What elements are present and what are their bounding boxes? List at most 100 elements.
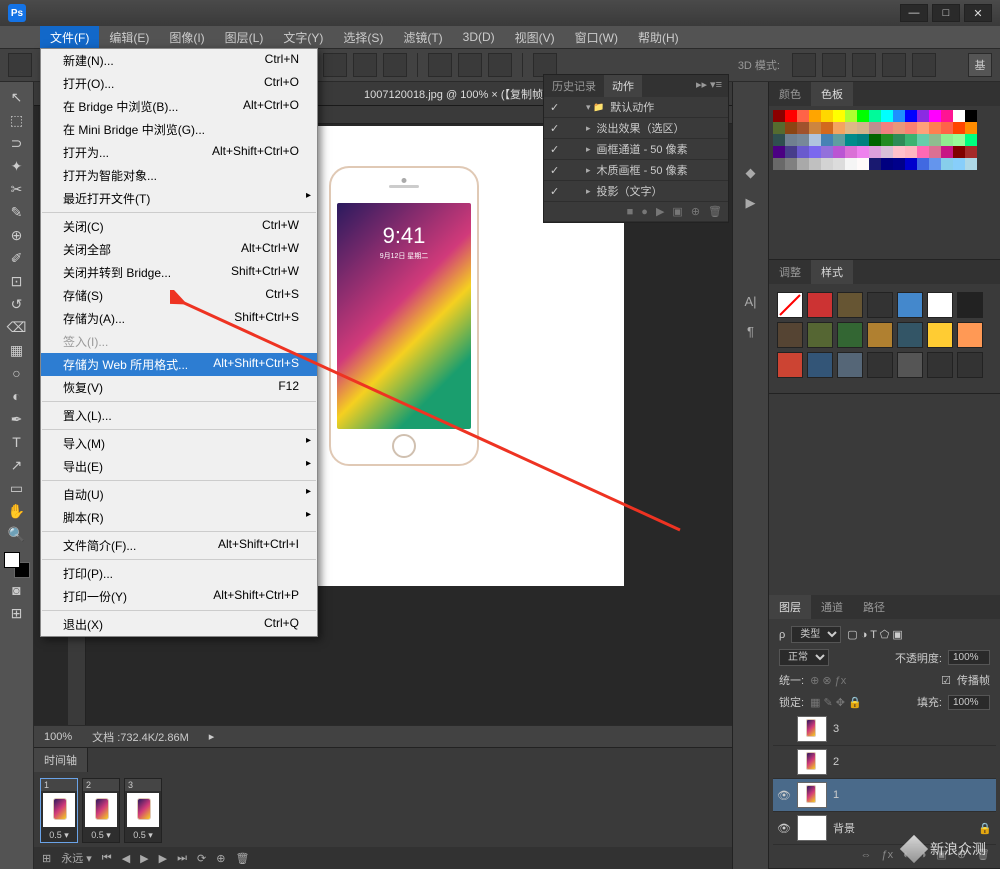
- crop-tool[interactable]: ✂: [4, 178, 30, 200]
- swatch[interactable]: [905, 158, 917, 170]
- swatch[interactable]: [893, 134, 905, 146]
- blend-mode-select[interactable]: 正常: [779, 649, 829, 666]
- paths-tab[interactable]: 路径: [853, 595, 895, 619]
- swatch[interactable]: [833, 122, 845, 134]
- swatch[interactable]: [917, 122, 929, 134]
- menu-item[interactable]: 存储为(A)...Shift+Ctrl+S: [41, 307, 317, 330]
- new-frame-icon[interactable]: ⊕: [216, 852, 225, 865]
- swatch[interactable]: [821, 158, 833, 170]
- swatch[interactable]: [941, 146, 953, 158]
- swatch[interactable]: [953, 134, 965, 146]
- path-tool[interactable]: ↗: [4, 454, 30, 476]
- swatch[interactable]: [917, 110, 929, 122]
- quick-mask-tool[interactable]: ◙: [4, 579, 30, 601]
- layer-row[interactable]: 2: [773, 746, 996, 779]
- swatch[interactable]: [833, 146, 845, 158]
- shape-tool[interactable]: ▭: [4, 477, 30, 499]
- swatch[interactable]: [785, 110, 797, 122]
- swatches-grid[interactable]: [769, 106, 1000, 174]
- pen-tool[interactable]: ✒: [4, 408, 30, 430]
- style-preset[interactable]: [957, 352, 983, 378]
- clone-stamp-tool[interactable]: ⊡: [4, 270, 30, 292]
- menu-item[interactable]: 存储(S)Ctrl+S: [41, 284, 317, 307]
- styles-grid[interactable]: [769, 284, 1000, 386]
- style-preset[interactable]: [867, 292, 893, 318]
- swatch[interactable]: [893, 122, 905, 134]
- swatch[interactable]: [869, 110, 881, 122]
- action-row[interactable]: ✓▸木质画框 - 50 像素: [544, 160, 728, 181]
- swatch[interactable]: [833, 110, 845, 122]
- menu-item[interactable]: 在 Bridge 中浏览(B)...Alt+Ctrl+O: [41, 95, 317, 118]
- menu-item[interactable]: 恢复(V)F12: [41, 376, 317, 399]
- play-action-icon[interactable]: ▶: [656, 205, 664, 218]
- style-preset[interactable]: [777, 322, 803, 348]
- swatch[interactable]: [773, 134, 785, 146]
- screen-mode-tool[interactable]: ⊞: [4, 602, 30, 624]
- swatch[interactable]: [809, 146, 821, 158]
- menu-2[interactable]: 图像(I): [159, 26, 214, 49]
- swatch[interactable]: [797, 110, 809, 122]
- window-maximize[interactable]: □: [932, 4, 960, 22]
- menu-item[interactable]: 导入(M): [41, 432, 317, 455]
- swatch[interactable]: [773, 146, 785, 158]
- style-preset[interactable]: [807, 292, 833, 318]
- option-control[interactable]: [353, 53, 377, 77]
- swatch[interactable]: [905, 122, 917, 134]
- menu-4[interactable]: 文字(Y): [273, 26, 333, 49]
- adjustments-tab[interactable]: 调整: [769, 260, 811, 284]
- swatch[interactable]: [929, 122, 941, 134]
- action-row[interactable]: ✓▾ 📁默认动作: [544, 97, 728, 118]
- swatch[interactable]: [869, 122, 881, 134]
- swatch[interactable]: [845, 110, 857, 122]
- tool-preset-picker[interactable]: [8, 53, 32, 77]
- menu-item[interactable]: 最近打开文件(T): [41, 187, 317, 210]
- swatch[interactable]: [881, 146, 893, 158]
- option-control[interactable]: [488, 53, 512, 77]
- menu-item[interactable]: 签入(I)...: [41, 330, 317, 353]
- menu-0[interactable]: 文件(F): [40, 26, 99, 49]
- menu-item[interactable]: 存储为 Web 所用格式...Alt+Shift+Ctrl+S: [41, 353, 317, 376]
- new-action-icon[interactable]: ⊕: [691, 205, 700, 218]
- swatch[interactable]: [917, 158, 929, 170]
- layers-tab[interactable]: 图层: [769, 595, 811, 619]
- timeline-frame[interactable]: 20.5 ▾: [82, 778, 120, 843]
- swatch[interactable]: [785, 146, 797, 158]
- blur-tool[interactable]: ○: [4, 362, 30, 384]
- style-preset[interactable]: [927, 322, 953, 348]
- swatch[interactable]: [953, 122, 965, 134]
- swatch[interactable]: [869, 134, 881, 146]
- hand-tool[interactable]: ✋: [4, 500, 30, 522]
- swatch[interactable]: [929, 110, 941, 122]
- style-preset[interactable]: [867, 352, 893, 378]
- style-preset[interactable]: [957, 322, 983, 348]
- swatch[interactable]: [941, 134, 953, 146]
- swatches-tab[interactable]: 色板: [811, 82, 853, 106]
- menu-item[interactable]: 自动(U): [41, 483, 317, 506]
- 3d-option[interactable]: [882, 53, 906, 77]
- swatch[interactable]: [809, 134, 821, 146]
- next-frame-icon[interactable]: ▶: [159, 852, 167, 865]
- swatch[interactable]: [929, 134, 941, 146]
- swatch[interactable]: [797, 122, 809, 134]
- stop-icon[interactable]: ■: [627, 206, 634, 218]
- swatch[interactable]: [953, 146, 965, 158]
- essentials-button[interactable]: 基: [968, 53, 992, 77]
- move-tool[interactable]: ↖: [4, 86, 30, 108]
- swatch[interactable]: [869, 158, 881, 170]
- menu-item[interactable]: 在 Mini Bridge 中浏览(G)...: [41, 118, 317, 141]
- delete-frame-icon[interactable]: 🗑: [235, 852, 249, 865]
- style-preset[interactable]: [897, 292, 923, 318]
- option-control[interactable]: [458, 53, 482, 77]
- swatch[interactable]: [785, 158, 797, 170]
- loop-selector[interactable]: 永远 ▾: [61, 850, 92, 866]
- fill-input[interactable]: [948, 695, 990, 710]
- panel-menu-icon[interactable]: ▸▸ ▾≡: [690, 75, 728, 97]
- swatch[interactable]: [797, 158, 809, 170]
- swatch[interactable]: [857, 110, 869, 122]
- window-close[interactable]: ✕: [964, 4, 992, 22]
- swatch[interactable]: [821, 110, 833, 122]
- swatch[interactable]: [845, 158, 857, 170]
- history-brush-tool[interactable]: ↺: [4, 293, 30, 315]
- swatch[interactable]: [965, 110, 977, 122]
- swatch[interactable]: [881, 134, 893, 146]
